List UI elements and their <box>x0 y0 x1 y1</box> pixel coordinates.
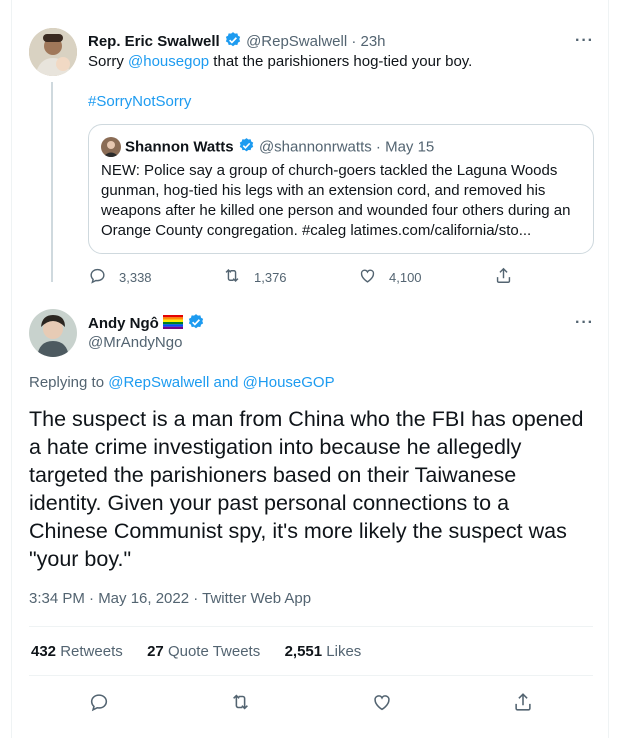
text-prefix: Sorry <box>88 53 129 70</box>
tweet-stats: 432 Retweets 27 Quote Tweets 2,551 Likes <box>31 643 361 660</box>
author-handle[interactable]: @MrAndyNgo <box>88 334 182 351</box>
quoted-tweet-header: Shannon Watts @shannonrwatts · May 15 <box>125 137 434 158</box>
share-icon[interactable] <box>512 691 534 718</box>
share-icon[interactable] <box>494 266 513 290</box>
retweet-icon[interactable] <box>229 691 252 718</box>
avatar-andy-ngo[interactable] <box>29 309 77 357</box>
verified-badge-icon <box>187 313 205 335</box>
verified-badge-icon <box>238 137 255 158</box>
mention-link[interactable]: @housegop <box>128 53 209 70</box>
hashtag-link[interactable]: #SorryNotSorry <box>88 93 191 110</box>
like-icon <box>358 266 377 288</box>
replying-users-link[interactable]: @RepSwalwell and @HouseGOP <box>108 374 334 391</box>
more-options-icon[interactable]: ··· <box>575 32 594 50</box>
reply-icon[interactable] <box>88 691 110 718</box>
avatar-eric-swalwell[interactable] <box>29 28 77 76</box>
parent-tweet-text: Sorry @housegop that the parishioners ho… <box>88 53 472 70</box>
retweet-count: 1,376 <box>254 269 287 285</box>
avatar-shannon-watts <box>101 137 121 157</box>
like-count: 4,100 <box>389 269 422 285</box>
like-icon[interactable] <box>371 691 393 718</box>
replying-prefix: Replying to <box>29 374 109 391</box>
author-name[interactable]: Rep. Eric Swalwell <box>88 33 220 50</box>
main-tweet-header: Andy Ngô <box>88 313 205 335</box>
quotes-label: Quote Tweets <box>167 643 261 660</box>
retweet-icon <box>222 266 242 288</box>
retweets-stat[interactable]: 432 Retweets <box>31 643 123 660</box>
reply-action[interactable]: 3,338 <box>88 266 152 288</box>
thread-line <box>51 82 53 282</box>
main-tweet-text: The suspect is a man from China who the … <box>29 407 584 571</box>
quoted-handle-date: @shannonrwatts · May 15 <box>258 138 435 156</box>
quotes-count: 27 <box>147 643 164 660</box>
parent-tweet-header: Rep. Eric Swalwell @RepSwalwell · 23h <box>88 31 386 53</box>
text-suffix: that the parishioners hog-tied your boy. <box>209 53 473 70</box>
quote-tweets-stat[interactable]: 27 Quote Tweets <box>147 643 260 660</box>
replying-to: Replying to @RepSwalwell and @HouseGOP <box>29 374 335 391</box>
reply-icon <box>88 266 107 288</box>
tweet-timestamp[interactable]: 3:34 PM · May 16, 2022 · Twitter Web App <box>29 590 311 607</box>
quoted-author-name: Shannon Watts <box>125 138 234 156</box>
divider <box>29 626 593 627</box>
reply-count: 3,338 <box>119 269 152 285</box>
tweet-thread <box>11 0 609 738</box>
handle-time[interactable]: @RepSwalwell · 23h <box>246 33 385 50</box>
retweet-action[interactable]: 1,376 <box>222 266 287 288</box>
likes-label: Likes <box>326 643 362 660</box>
verified-badge-icon <box>224 31 242 53</box>
like-action[interactable]: 4,100 <box>358 266 422 288</box>
likes-stat[interactable]: 2,551 Likes <box>285 643 362 660</box>
likes-count: 2,551 <box>284 643 323 660</box>
quoted-tweet-text: NEW: Police say a group of church-goers … <box>101 162 571 239</box>
retweets-label: Retweets <box>60 643 123 660</box>
retweets-count: 432 <box>31 643 57 660</box>
divider <box>29 675 593 676</box>
more-options-icon[interactable]: ··· <box>575 314 594 332</box>
pride-flag-icon <box>163 315 183 333</box>
author-name[interactable]: Andy Ngô <box>88 315 159 332</box>
